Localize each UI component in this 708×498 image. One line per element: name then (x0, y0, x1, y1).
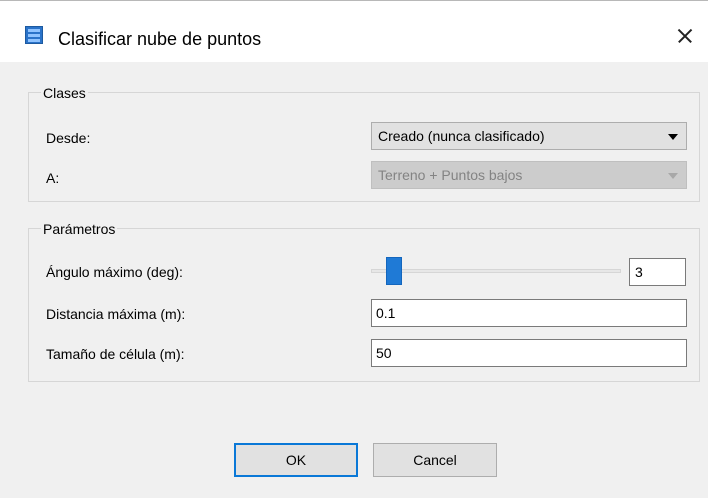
a-select[interactable]: Terreno + Puntos bajos (371, 161, 687, 189)
angulo-slider-handle[interactable] (386, 257, 402, 285)
angulo-input[interactable]: 3 (629, 258, 686, 286)
close-icon[interactable] (672, 23, 698, 49)
angulo-slider-track[interactable] (371, 269, 621, 273)
distancia-input[interactable]: 0.1 (371, 299, 687, 327)
chevron-down-icon (668, 134, 678, 140)
desde-select-value: Creado (nunca clasificado) (378, 128, 545, 144)
a-select-value: Terreno + Puntos bajos (378, 167, 523, 183)
distancia-label: Distancia máxima (m): (46, 306, 186, 322)
parametros-legend: Parámetros (41, 221, 118, 237)
ok-button[interactable]: OK (234, 443, 358, 477)
desde-label: Desde: (46, 130, 91, 146)
point-cloud-app-icon (25, 26, 43, 44)
dialog-title: Clasificar nube de puntos (58, 29, 262, 49)
title-bar: Clasificar nube de puntos (0, 0, 708, 62)
dialog-body: Clases Desde: Creado (nunca clasificado)… (0, 62, 708, 498)
clases-legend: Clases (41, 85, 88, 101)
celula-input[interactable]: 50 (371, 339, 687, 367)
angulo-label: Ángulo máximo (deg): (46, 264, 183, 280)
a-label: A: (46, 170, 60, 186)
celula-label: Tamaño de célula (m): (46, 346, 185, 362)
cancel-button[interactable]: Cancel (373, 443, 497, 477)
chevron-down-icon (668, 173, 678, 179)
desde-select[interactable]: Creado (nunca clasificado) (371, 122, 687, 150)
